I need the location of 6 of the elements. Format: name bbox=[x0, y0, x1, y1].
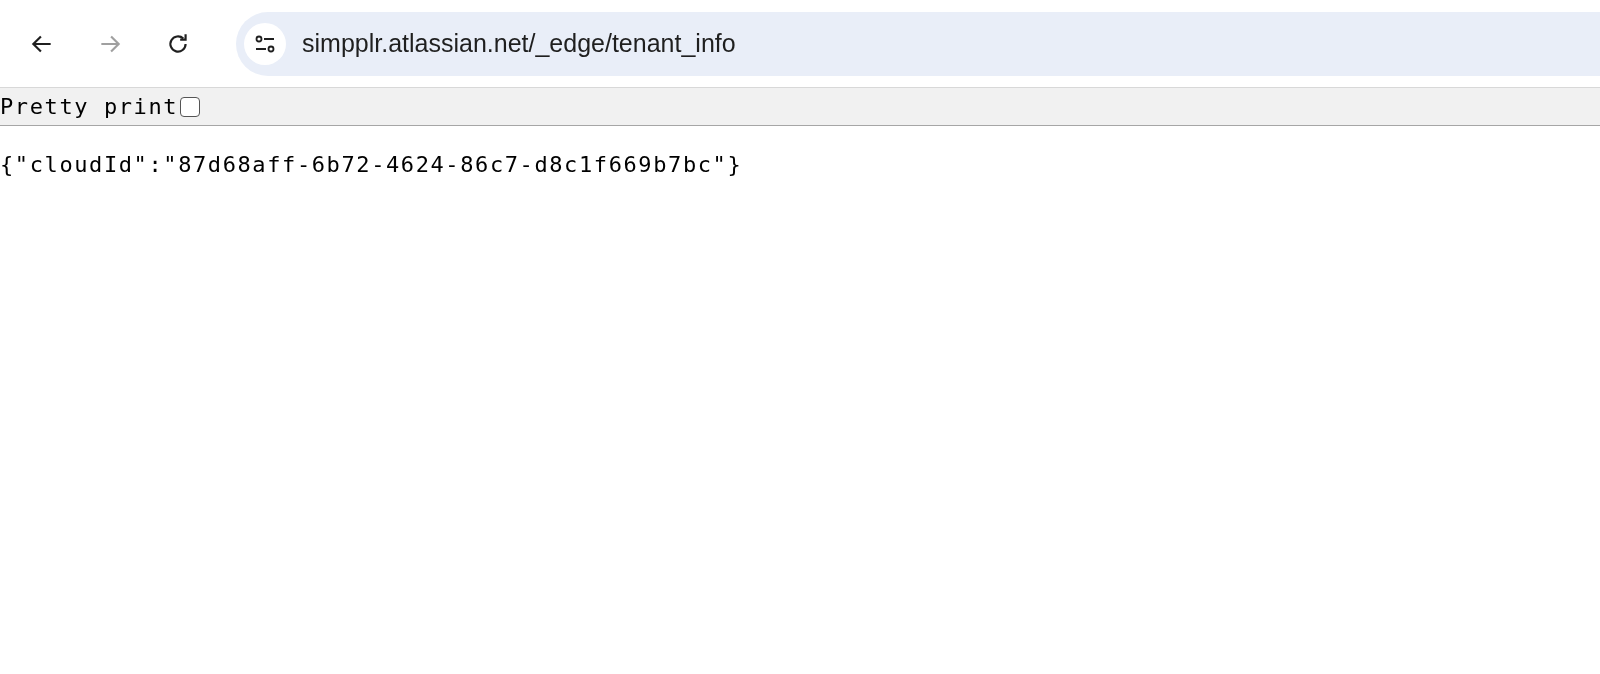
url-text: simpplr.atlassian.net/_edge/tenant_info bbox=[302, 29, 736, 58]
pretty-print-checkbox[interactable] bbox=[180, 96, 201, 117]
pretty-print-label: Pretty print bbox=[0, 94, 179, 119]
json-text: {"cloudId":"87d68aff-6b72-4624-86c7-d8c1f669b7bc"} bbox=[0, 152, 743, 177]
site-info-icon[interactable] bbox=[244, 22, 286, 65]
address-bar[interactable]: simpplr.atlassian.net/_edge/tenant_info bbox=[236, 11, 1600, 76]
